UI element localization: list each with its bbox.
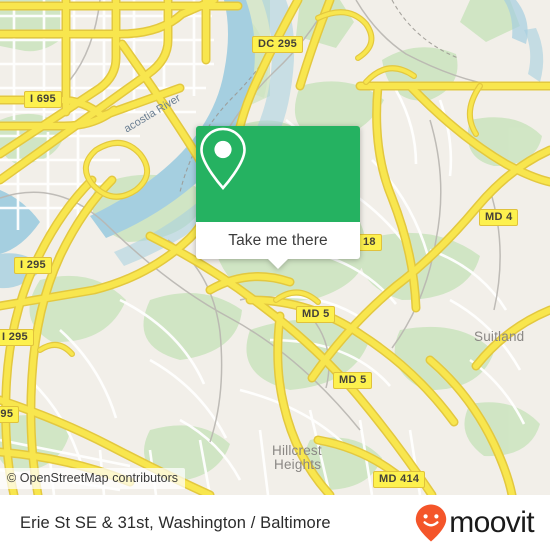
take-me-there-label: Take me there — [228, 231, 328, 249]
destination-callout-card[interactable]: Take me there — [196, 126, 360, 269]
highway-shield-18[interactable]: 18 — [357, 234, 382, 251]
map-canvas[interactable]: acostia River Suitland Hillcrest Heights… — [0, 0, 550, 495]
take-me-there-button[interactable]: Take me there — [196, 222, 360, 259]
card-pointer-triangle — [268, 259, 288, 269]
map-pin-icon — [200, 127, 246, 190]
highway-shield-dc-295[interactable]: DC 295 — [252, 36, 304, 53]
highway-shield-i-295-upper[interactable]: I 295 — [14, 257, 52, 274]
location-title: Erie St SE & 31st, Washington / Baltimor… — [20, 513, 331, 532]
highway-shield-md-414[interactable]: MD 414 — [373, 471, 426, 488]
moovit-pin-smiley-icon — [416, 504, 447, 542]
osm-attribution[interactable]: © OpenStreetMap contributors — [0, 468, 186, 489]
highway-shield-md-4[interactable]: MD 4 — [479, 209, 519, 226]
card-icon-area — [196, 126, 360, 222]
moovit-logo[interactable]: moovit — [414, 503, 535, 543]
highway-shield-295-lower[interactable]: 295 — [0, 406, 20, 423]
moovit-wordmark: moovit — [449, 506, 534, 539]
highway-shield-i-295-middle[interactable]: I 295 — [0, 329, 34, 346]
highway-shield-i-695[interactable]: I 695 — [24, 91, 62, 108]
footer-bar: Erie St SE & 31st, Washington / Baltimor… — [0, 495, 550, 550]
highway-shield-md-5-lower[interactable]: MD 5 — [333, 372, 373, 389]
highway-shield-md-5-upper[interactable]: MD 5 — [296, 306, 336, 323]
map-screenshot: acostia River Suitland Hillcrest Heights… — [0, 0, 550, 550]
